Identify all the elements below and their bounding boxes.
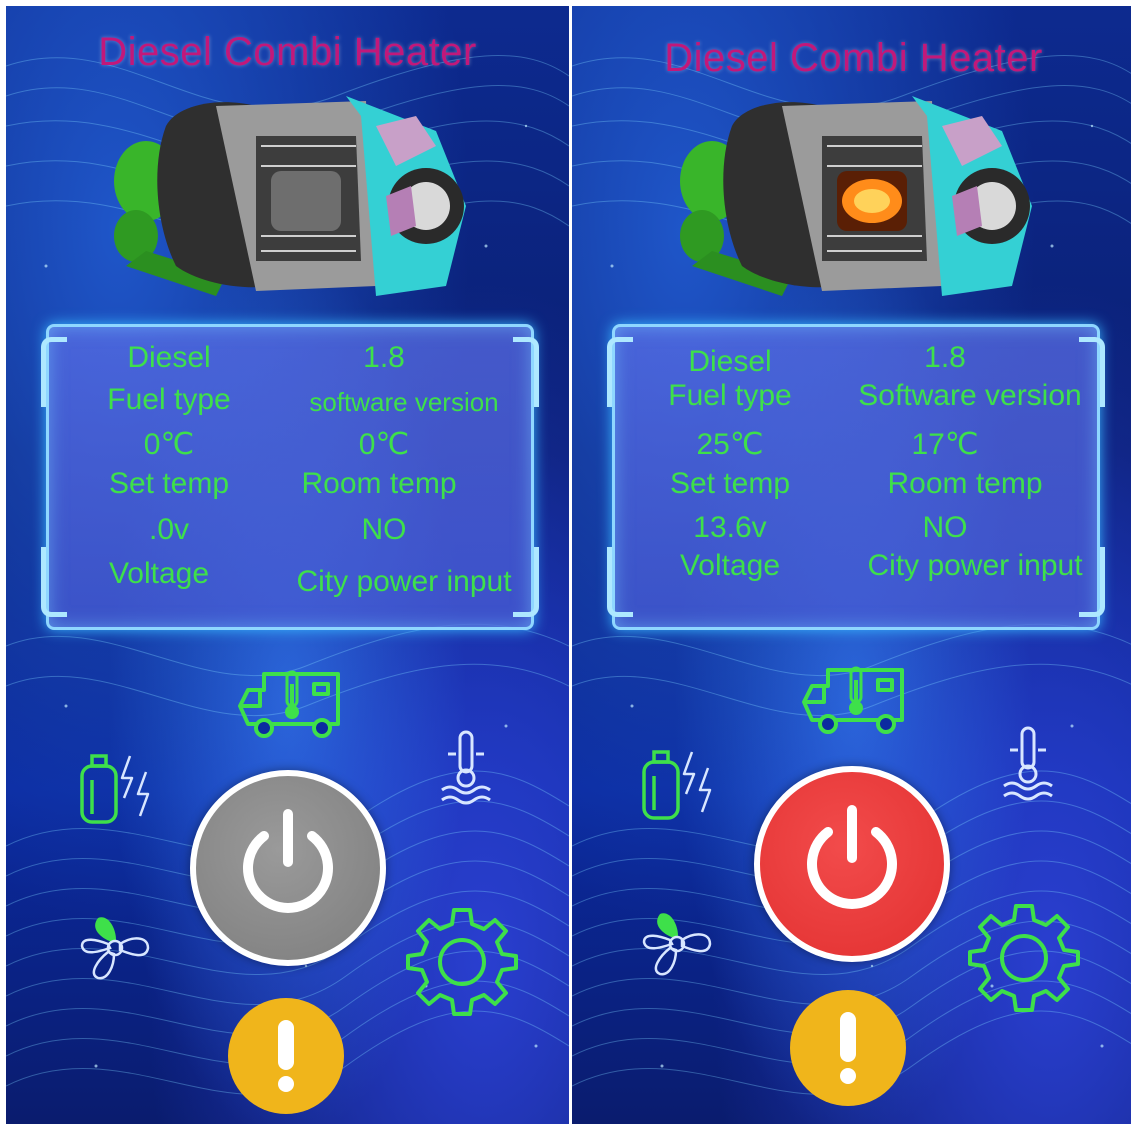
settings-gear-icon[interactable] [406, 904, 518, 1016]
gas-electric-icon[interactable] [640, 744, 720, 824]
alert-button[interactable] [790, 990, 906, 1106]
fan-icon[interactable] [638, 904, 718, 984]
gas-electric-icon[interactable] [78, 748, 158, 828]
software-version-label: Software version [858, 379, 1082, 412]
city-power-label: City power input [867, 549, 1083, 582]
power-button[interactable] [754, 766, 950, 962]
power-button[interactable] [190, 770, 386, 966]
camper-temperature-icon[interactable] [798, 662, 908, 738]
fuel-type-label: Fuel type [107, 383, 231, 416]
page-title: Diesel Combi Heater [98, 30, 477, 74]
fuel-type-value: Diesel [688, 345, 772, 378]
info-panel: Diesel 1.8 Fuel type software version 0℃… [41, 324, 539, 630]
heater-unit-image [680, 96, 1032, 296]
alert-icon [278, 1020, 294, 1092]
fuel-type-value: Diesel [127, 341, 211, 374]
water-temperature-icon[interactable] [998, 724, 1058, 806]
room-temp-value: 17℃ [911, 428, 979, 461]
fan-icon[interactable] [76, 908, 156, 988]
software-version-value: 1.8 [924, 341, 966, 374]
heater-unit-image [114, 96, 466, 296]
voltage-label: Voltage [679, 549, 781, 582]
software-version-label: software version [309, 387, 499, 417]
set-temp-value: 25℃ [696, 428, 764, 461]
city-power-value: NO [922, 511, 968, 544]
page-title: Diesel Combi Heater [664, 36, 1043, 80]
voltage-value: .0v [148, 513, 190, 546]
room-temp-label: Room temp [887, 467, 1043, 500]
fuel-type-label: Fuel type [668, 379, 792, 412]
power-icon [243, 809, 333, 913]
water-temperature-icon[interactable] [436, 728, 496, 810]
heater-screen-on: Diesel Combi Heater Diesel 1.8 Fuel type… [572, 6, 1131, 1124]
info-panel: Diesel 1.8 Fuel type Software version 25… [607, 324, 1105, 630]
set-temp-label: Set temp [108, 467, 230, 500]
voltage-value: 13.6v [693, 511, 767, 544]
alert-button[interactable] [228, 998, 344, 1114]
alert-icon [840, 1012, 856, 1084]
software-version-value: 1.8 [363, 341, 405, 374]
city-power-value: NO [361, 513, 407, 546]
set-temp-label: Set temp [669, 467, 791, 500]
heater-screen-off: Diesel Combi Heater Diesel 1.8 Fuel type… [6, 6, 569, 1124]
power-icon [807, 805, 897, 909]
city-power-label: City power input [296, 565, 512, 598]
settings-gear-icon[interactable] [968, 900, 1080, 1012]
room-temp-label: Room temp [301, 467, 457, 500]
voltage-label: Voltage [108, 557, 210, 590]
set-temp-value: 0℃ [143, 428, 195, 461]
room-temp-value: 0℃ [358, 428, 410, 461]
camper-temperature-icon[interactable] [234, 666, 344, 742]
